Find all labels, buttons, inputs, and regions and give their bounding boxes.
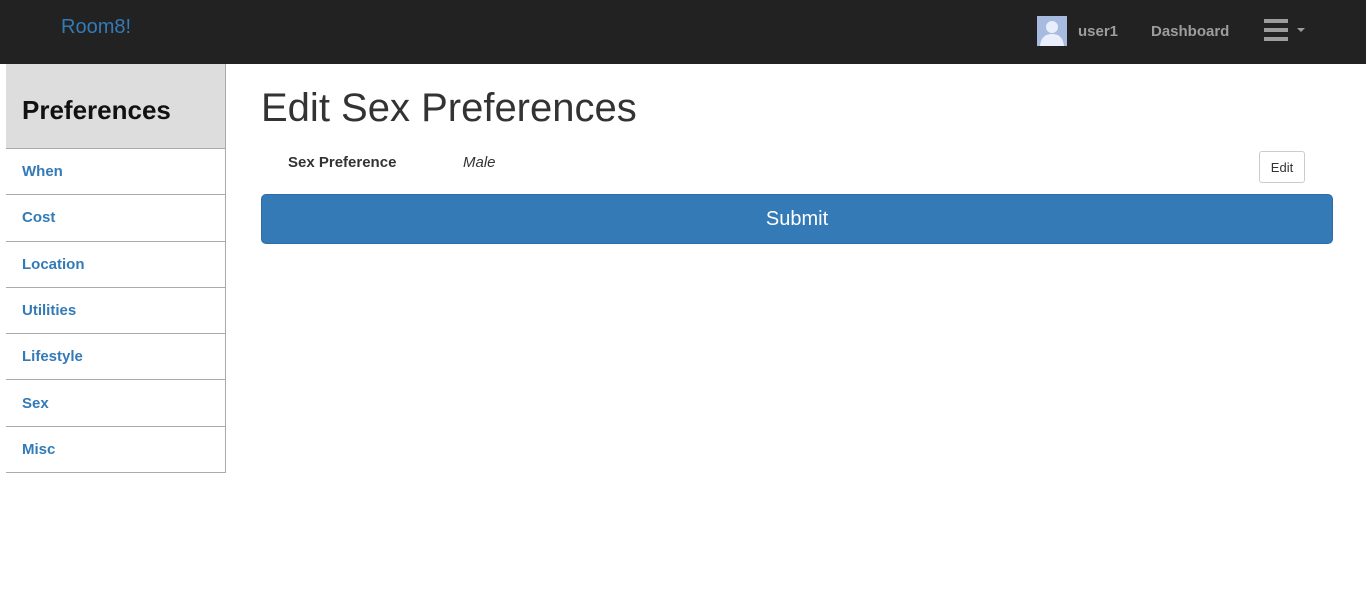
sidebar-item-misc[interactable]: Misc bbox=[6, 427, 225, 474]
top-navbar: Room8! user1 Dashboard bbox=[0, 0, 1366, 64]
sidebar-item-when[interactable]: When bbox=[6, 149, 225, 196]
sex-preference-value: Male bbox=[463, 154, 496, 171]
sidebar-item-sex[interactable]: Sex bbox=[6, 380, 225, 427]
hamburger-bar bbox=[1264, 28, 1288, 32]
edit-button[interactable]: Edit bbox=[1259, 151, 1305, 183]
submit-button[interactable]: Submit bbox=[261, 194, 1333, 244]
user-avatar-icon[interactable] bbox=[1037, 16, 1067, 46]
sidebar-item-utilities[interactable]: Utilities bbox=[6, 288, 225, 335]
nav-dashboard-link[interactable]: Dashboard bbox=[1151, 23, 1229, 40]
sex-preference-label: Sex Preference bbox=[288, 154, 397, 171]
preferences-sidebar: Preferences When Cost Location Utilities… bbox=[6, 64, 226, 474]
brand-link[interactable]: Room8! bbox=[61, 16, 131, 39]
hamburger-menu-button[interactable] bbox=[1262, 17, 1308, 45]
sidebar-header: Preferences bbox=[6, 64, 225, 149]
sidebar-item-lifestyle[interactable]: Lifestyle bbox=[6, 334, 225, 381]
hamburger-bar bbox=[1264, 37, 1288, 41]
sidebar-item-location[interactable]: Location bbox=[6, 242, 225, 288]
sidebar-item-cost[interactable]: Cost bbox=[6, 195, 225, 242]
page-title: Edit Sex Preferences bbox=[261, 86, 637, 130]
hamburger-menu-icon bbox=[1264, 19, 1288, 23]
nav-username-link[interactable]: user1 bbox=[1078, 23, 1118, 40]
caret-down-icon bbox=[1297, 28, 1305, 32]
sidebar-title: Preferences bbox=[22, 95, 171, 125]
